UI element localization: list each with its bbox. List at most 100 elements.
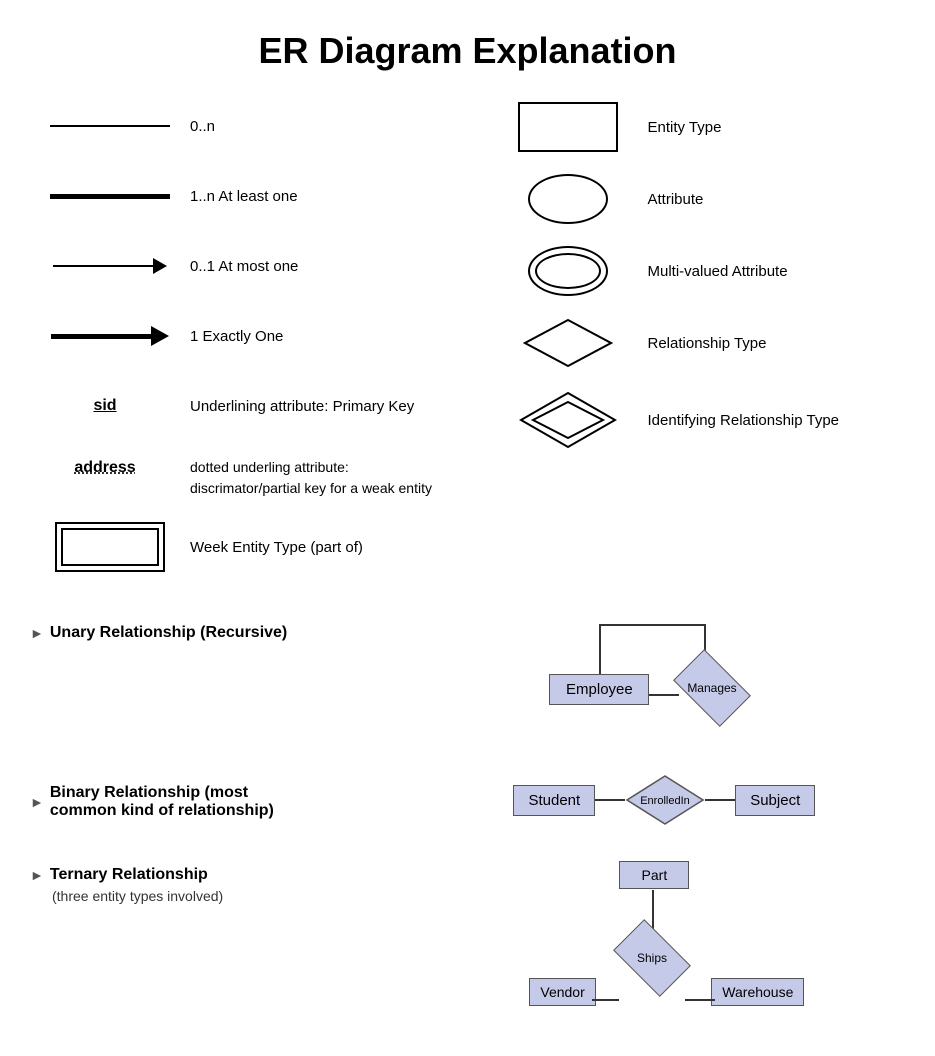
address-symbol: address bbox=[30, 457, 190, 477]
thick-line-label: 1..n At least one bbox=[190, 186, 298, 207]
legend-row-attribute: Attribute bbox=[488, 174, 906, 224]
thick-line-icon bbox=[50, 194, 170, 199]
sid-label: Underlining attribute: Primary Key bbox=[190, 396, 414, 417]
binary-title: ► Binary Relationship (mostcommon kind o… bbox=[30, 784, 424, 820]
ternary-left-line bbox=[592, 999, 619, 1001]
legend-right: Entity Type Attribute Multi-valued Attri… bbox=[468, 102, 906, 594]
ellipse-icon bbox=[528, 174, 608, 224]
legend-row-1n: 1..n At least one bbox=[30, 172, 448, 220]
unary-down-line bbox=[599, 624, 601, 674]
legend-row-relationship: Relationship Type bbox=[488, 318, 906, 368]
sid-symbol: sid bbox=[30, 397, 190, 415]
address-label: dotted underling attribute:discrimator/p… bbox=[190, 457, 432, 499]
binary-left-line bbox=[595, 799, 625, 801]
diamond-symbol bbox=[488, 318, 648, 368]
binary-visual: Student EnrolledIn Subject bbox=[424, 774, 905, 826]
legend-row-identifying: Identifying Relationship Type bbox=[488, 390, 906, 450]
thick-arrow-symbol bbox=[30, 326, 190, 346]
ternary-subtitle: (three entity types involved) bbox=[52, 888, 424, 904]
diamond-icon bbox=[523, 318, 613, 368]
unary-top-h-line bbox=[599, 624, 706, 626]
page-title: ER Diagram Explanation bbox=[30, 30, 905, 72]
double-diamond-icon bbox=[518, 390, 618, 450]
ternary-section: ► Ternary Relationship (three entity typ… bbox=[30, 856, 905, 1036]
thick-arrow-icon bbox=[51, 326, 169, 346]
ternary-title-text: Ternary Relationship bbox=[50, 866, 208, 884]
ternary-diamond-wrap: Ships bbox=[619, 936, 685, 980]
unary-visual: Employee Manages bbox=[424, 614, 905, 744]
ternary-diamond: Ships bbox=[613, 919, 691, 997]
legend-row-sid: sid Underlining attribute: Primary Key bbox=[30, 382, 448, 430]
legend-row-0n: 0..n bbox=[30, 102, 448, 150]
double-diamond-label: Identifying Relationship Type bbox=[648, 410, 840, 431]
binary-left-entity: Student bbox=[513, 785, 595, 816]
binary-diagram: Student EnrolledIn Subject bbox=[513, 774, 815, 826]
ellipse-symbol bbox=[488, 174, 648, 224]
thin-line-icon bbox=[50, 125, 170, 127]
binary-diamond-text: EnrolledIn bbox=[640, 795, 690, 807]
thin-arrow-head bbox=[153, 258, 167, 274]
binary-right-entity: Subject bbox=[735, 785, 815, 816]
ternary-warehouse-entity: Warehouse bbox=[711, 978, 804, 1006]
entity-box-label: Entity Type bbox=[648, 117, 722, 138]
unary-h-line bbox=[649, 694, 679, 696]
ternary-diagram: Part Ships Vendor Warehouse bbox=[524, 856, 804, 1036]
weak-entity-symbol bbox=[30, 522, 190, 572]
binary-arrow-icon: ► bbox=[30, 794, 44, 810]
weak-entity-label: Week Entity Type (part of) bbox=[190, 537, 363, 558]
ternary-diamond-label: Ships bbox=[637, 951, 667, 965]
sid-icon: sid bbox=[93, 397, 116, 415]
entity-box-symbol bbox=[488, 102, 648, 152]
legend-row-01: 0..1 At most one bbox=[30, 242, 448, 290]
address-icon: address bbox=[74, 459, 135, 477]
thin-arrow-symbol bbox=[30, 258, 190, 274]
unary-diagram: Employee Manages bbox=[539, 614, 789, 744]
binary-section: ► Binary Relationship (mostcommon kind o… bbox=[30, 774, 905, 826]
ternary-title: ► Ternary Relationship bbox=[30, 866, 424, 884]
legend-row-1: 1 Exactly One bbox=[30, 312, 448, 360]
multi-ellipse-symbol bbox=[488, 246, 648, 296]
entity-box-icon bbox=[518, 102, 618, 152]
unary-entity: Employee bbox=[549, 674, 649, 705]
diamond-label: Relationship Type bbox=[648, 333, 767, 354]
unary-diamond-label: Manages bbox=[688, 681, 737, 695]
ellipse-label: Attribute bbox=[648, 189, 704, 210]
thin-arrow-icon bbox=[53, 258, 167, 274]
multi-ellipse-label: Multi-valued Attribute bbox=[648, 261, 788, 282]
unary-diamond-wrap: Manages bbox=[679, 666, 745, 710]
binary-title-text: Binary Relationship (mostcommon kind of … bbox=[50, 784, 274, 820]
legend-row-multi-attribute: Multi-valued Attribute bbox=[488, 246, 906, 296]
ternary-right-line bbox=[685, 999, 715, 1001]
double-diamond-symbol bbox=[488, 390, 648, 450]
legend-section: 0..n 1..n At least one 0..1 At most one bbox=[30, 102, 905, 594]
ternary-part-entity: Part bbox=[619, 861, 689, 889]
unary-title-text: Unary Relationship (Recursive) bbox=[50, 624, 287, 642]
multi-ellipse-icon bbox=[528, 246, 608, 296]
legend-row-address: address dotted underling attribute:discr… bbox=[30, 452, 448, 500]
binary-right-line bbox=[705, 799, 735, 801]
unary-arrow-icon: ► bbox=[30, 625, 44, 641]
thin-arrow-label: 0..1 At most one bbox=[190, 256, 298, 277]
unary-title: ► Unary Relationship (Recursive) bbox=[30, 624, 424, 642]
binary-diamond-svg: EnrolledIn bbox=[625, 774, 705, 826]
ternary-visual: Part Ships Vendor Warehouse bbox=[424, 856, 905, 1036]
thick-line-symbol bbox=[30, 194, 190, 199]
binary-desc: ► Binary Relationship (mostcommon kind o… bbox=[30, 774, 424, 824]
thin-line-label: 0..n bbox=[190, 116, 215, 137]
legend-row-entity: Entity Type bbox=[488, 102, 906, 152]
legend-left: 0..n 1..n At least one 0..1 At most one bbox=[30, 102, 468, 594]
ternary-vendor-entity: Vendor bbox=[529, 978, 595, 1006]
thick-arrow-label: 1 Exactly One bbox=[190, 326, 283, 347]
thin-line-symbol bbox=[30, 125, 190, 127]
binary-diamond-wrap: EnrolledIn bbox=[625, 774, 705, 826]
thick-arrow-line bbox=[51, 334, 151, 339]
unary-section: ► Unary Relationship (Recursive) Employe… bbox=[30, 614, 905, 744]
unary-diamond: Manages bbox=[673, 649, 751, 727]
legend-row-weak: Week Entity Type (part of) bbox=[30, 522, 448, 572]
unary-desc: ► Unary Relationship (Recursive) bbox=[30, 614, 424, 646]
weak-entity-icon bbox=[55, 522, 165, 572]
ternary-desc: ► Ternary Relationship (three entity typ… bbox=[30, 856, 424, 904]
thick-arrow-head bbox=[151, 326, 169, 346]
ternary-arrow-icon: ► bbox=[30, 867, 44, 883]
thin-arrow-line bbox=[53, 265, 153, 267]
